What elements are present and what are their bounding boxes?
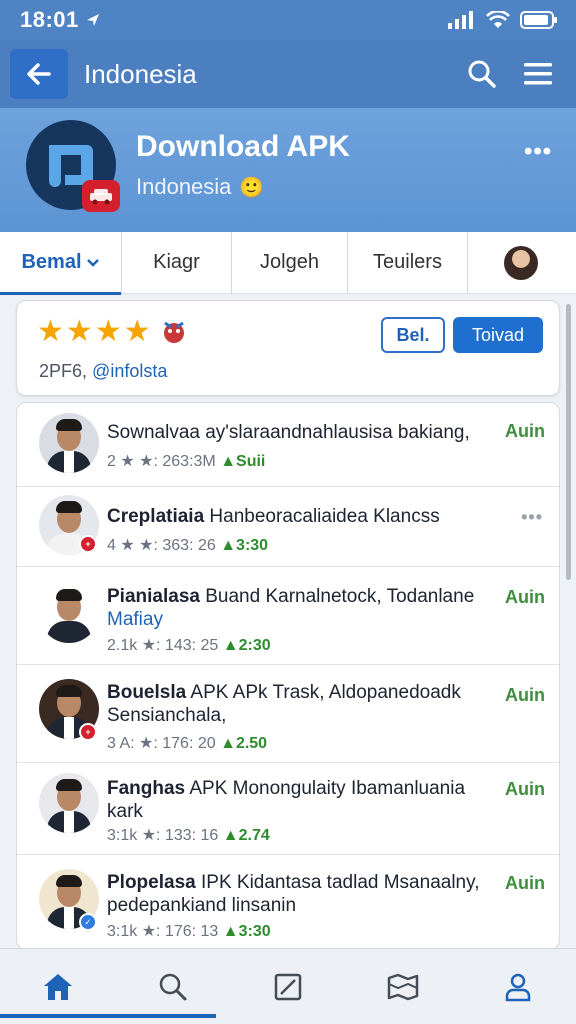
back-button[interactable] (10, 49, 68, 99)
list-item[interactable]: Pianialasa Buand Karnalnetock, Todanlane… (17, 567, 559, 665)
arrow-left-icon (27, 63, 51, 85)
verified-icon: ✓ (79, 913, 97, 931)
star-icon: ★ (37, 315, 64, 348)
chevron-down-icon (86, 258, 99, 267)
item-stats: 3:1k ★: 133: 16 ▲2.74 (107, 827, 270, 844)
bel-button[interactable]: Bel. (381, 317, 445, 353)
status-time: 18:01 (20, 7, 101, 33)
item-title: Sownalvaa ay'slaraandnahlausisa bakiang, (107, 422, 470, 443)
item-title: Plopelasa IPK Kidantasa tadlad Msanaalny… (107, 872, 480, 916)
battery-icon (520, 11, 557, 29)
install-button[interactable]: Auin (505, 587, 545, 608)
clock-text: 18:01 (20, 7, 79, 32)
tab-teuilers[interactable]: Teuilers (348, 231, 468, 294)
more-options-button[interactable]: ••• (524, 138, 552, 166)
location-arrow-icon (86, 14, 99, 26)
emoji-icon: 🙂 (239, 176, 265, 199)
toivad-button[interactable]: Toivad (453, 317, 543, 353)
app-subtitle: Indonesia 🙂 (136, 174, 264, 200)
status-icons (448, 11, 558, 29)
avatar (39, 413, 99, 473)
item-stats: 4 ★ ★: 363: 26 ▲3:30 (107, 537, 269, 554)
install-button[interactable]: Auin (505, 421, 545, 442)
badge-icon: + (79, 535, 97, 553)
star-rating: ★ ★ ★ ★ (37, 317, 189, 347)
badge-icon: + (79, 723, 97, 741)
menu-icon (524, 63, 552, 85)
menu-button[interactable] (516, 52, 560, 96)
signal-icon (448, 11, 473, 29)
star-icon: ★ (123, 315, 151, 348)
avatar (504, 245, 538, 280)
map-icon (387, 973, 419, 1000)
item-stats: 3 A: ★: 176: 20 ▲2.50 (107, 735, 268, 752)
app-bar-title: Indonesia (84, 58, 197, 89)
tab-label: Bemal (21, 251, 82, 273)
profile-icon (506, 973, 531, 1001)
active-tab-indicator (0, 1014, 216, 1018)
tab-profile[interactable] (468, 232, 574, 294)
app-name: Download APK (136, 130, 350, 163)
list-item[interactable]: ✓ Plopelasa IPK Kidantasa tadlad Msanaal… (17, 855, 559, 949)
search-icon (468, 60, 496, 88)
item-more-button[interactable]: ••• (521, 507, 543, 528)
list-item[interactable]: Fanghas APK Monongulaity Ibamanluania ka… (17, 763, 559, 855)
avatar (39, 773, 99, 833)
list-item[interactable]: Sownalvaa ay'slaraandnahlausisa bakiang,… (17, 403, 559, 487)
item-stats: 2.1k ★: 143: 25 ▲2:30 (107, 637, 271, 654)
rating-count: 2PF6, (39, 361, 88, 381)
app-header: Download APK Indonesia 🙂 ••• (0, 108, 576, 232)
install-button[interactable]: Auin (505, 685, 545, 706)
list-item[interactable]: + Bouelsla APK APk Trask, Aldopanedoadk … (17, 665, 559, 763)
avatar (39, 583, 99, 643)
app-bar: Indonesia (0, 40, 576, 108)
nav-map[interactable] (373, 957, 433, 1017)
scrollbar[interactable] (566, 304, 571, 580)
tab-bar: Bemal Kiagr Jolgeh Teuilers (0, 231, 576, 295)
item-stats: 2 ★ ★: 263:3M ▲Suii (107, 453, 266, 470)
rating-handle-link[interactable]: @infolsta (92, 361, 167, 381)
tab-label: Kiagr (153, 251, 200, 273)
app-list: Sownalvaa ay'slaraandnahlausisa bakiang,… (16, 402, 560, 950)
bottom-nav (0, 948, 576, 1024)
item-title: Bouelsla APK APk Trask, Aldopanedoadk Se… (107, 682, 461, 726)
car-badge-icon (82, 180, 120, 212)
tab-label: Jolgeh (260, 251, 319, 273)
item-title: Creplatiaia Hanbeoracaliaidea Klancss (107, 506, 440, 527)
install-button[interactable]: Auin (505, 779, 545, 800)
wifi-icon (486, 11, 510, 28)
nav-profile[interactable] (488, 957, 548, 1017)
app-subtitle-text: Indonesia (136, 174, 232, 199)
tab-label: Teuilers (373, 251, 442, 273)
install-button[interactable]: Auin (505, 873, 545, 894)
edit-icon (274, 973, 302, 1000)
mascot-icon (163, 321, 184, 343)
home-icon (43, 973, 72, 1000)
rating-meta: 2PF6, @infolsta (39, 361, 167, 382)
search-icon (159, 973, 187, 1000)
nav-edit[interactable] (258, 957, 318, 1017)
nav-search[interactable] (143, 957, 203, 1017)
nav-home[interactable] (28, 957, 88, 1017)
item-stats: 3:1k ★: 176: 13 ▲3:30 (107, 923, 271, 940)
rating-card: ★ ★ ★ ★ 2PF6, @infolsta Bel. Toivad (16, 300, 560, 396)
status-bar: 18:01 (0, 0, 576, 40)
item-title: Fanghas APK Monongulaity Ibamanluania ka… (107, 778, 466, 822)
tab-jolgeh[interactable]: Jolgeh (232, 231, 348, 294)
item-title: Pianialasa Buand Karnalnetock, Todanlane… (107, 586, 475, 630)
tab-kiagr[interactable]: Kiagr (122, 231, 232, 294)
star-icon: ★ (94, 315, 122, 348)
star-icon: ★ (65, 315, 93, 348)
tab-bemal[interactable]: Bemal (0, 231, 122, 295)
list-item[interactable]: + Creplatiaia Hanbeoracaliaidea Klancss … (17, 487, 559, 567)
search-button[interactable] (460, 52, 504, 96)
